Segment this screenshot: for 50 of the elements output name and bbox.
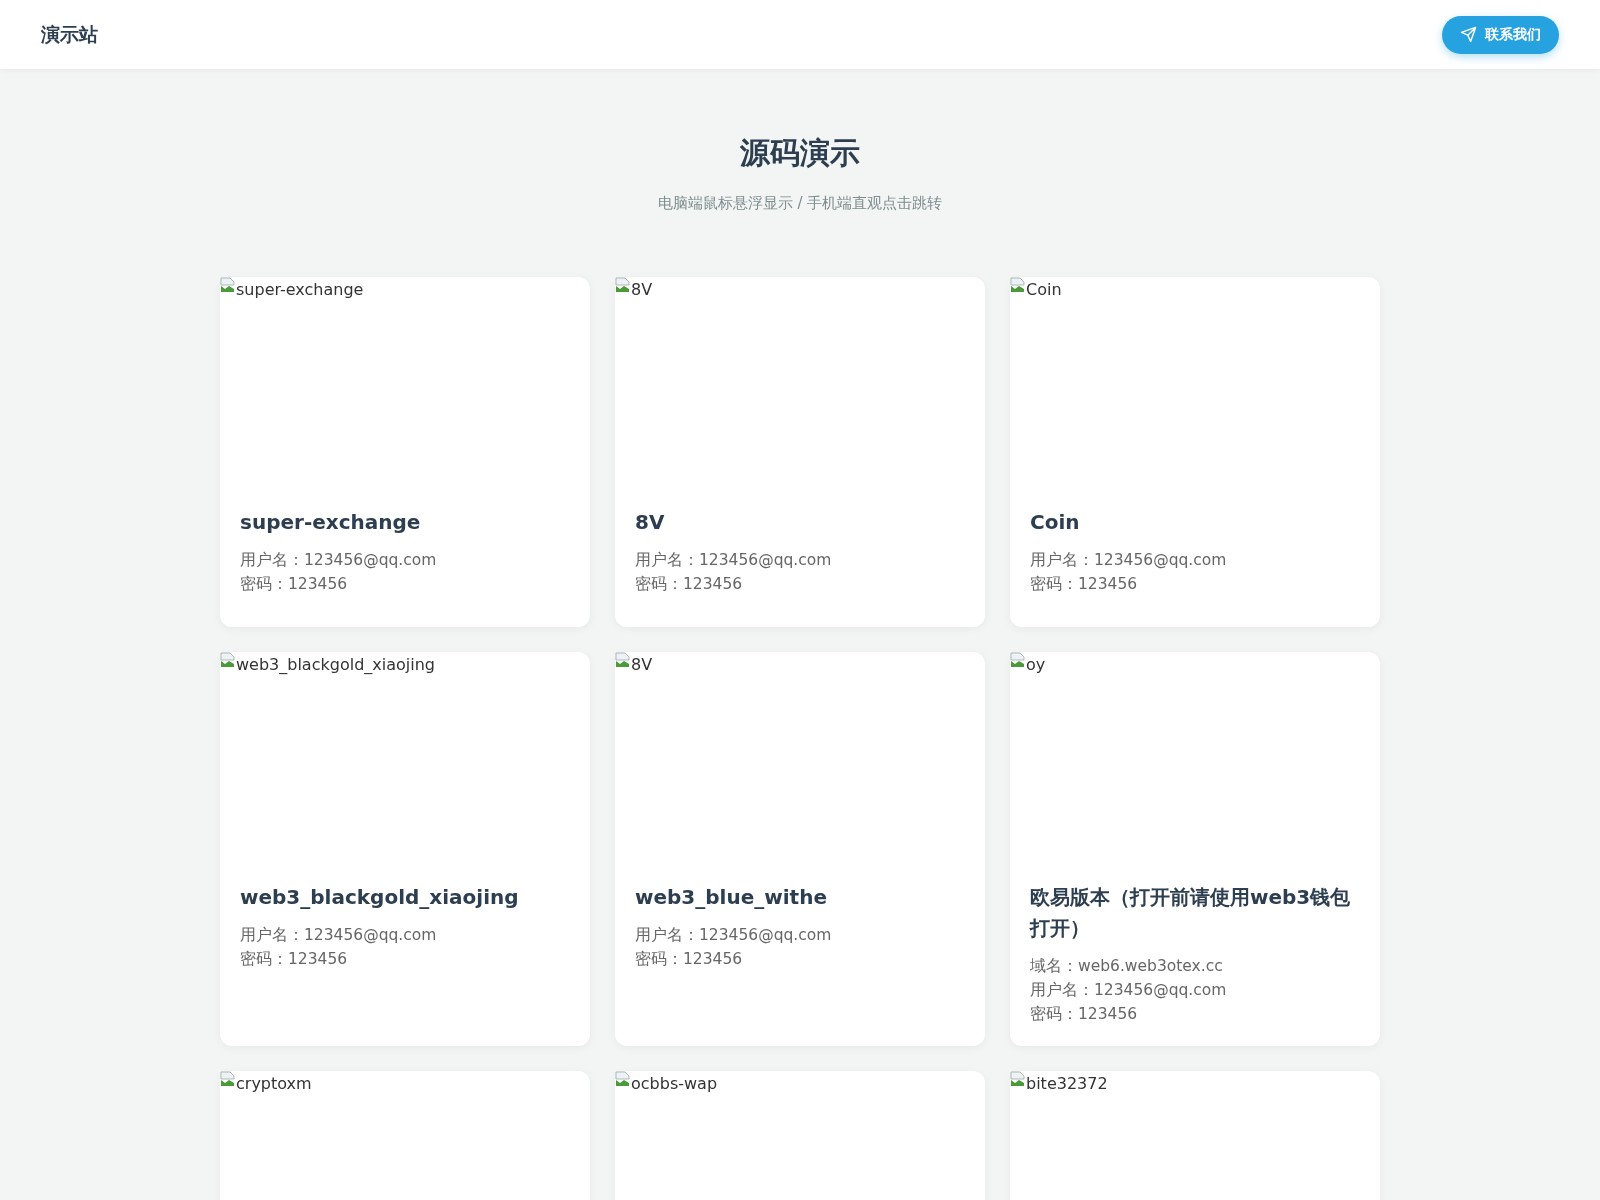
demo-card[interactable]: 8V 8V 用户名：123456@qq.com 密码：123456 [615, 277, 985, 627]
card-detail: 用户名：123456@qq.com [1030, 980, 1228, 1001]
image-alt-text: ocbbs-wap [631, 1074, 718, 1094]
broken-image-icon [615, 1071, 631, 1087]
card-detail: 用户名：123456@qq.com [635, 550, 833, 571]
card-detail: 用户名：123456@qq.com [635, 925, 833, 946]
page-subtitle: 电脑端鼠标悬浮显示 / 手机端直观点击跳转 [656, 194, 944, 213]
demo-card[interactable]: web3_blackgold_xiaojing web3_blackgold_xiaojing 用户名：123456@qq.com 密码：123456 [220, 652, 590, 1046]
card-detail: 密码：123456 [1030, 1004, 1139, 1025]
demo-card[interactable]: Coin Coin 用户名：123456@qq.com 密码：123456 [1010, 277, 1380, 627]
card-detail: 用户名：123456@qq.com [240, 925, 438, 946]
image-alt-text: Coin [1026, 280, 1062, 300]
card-detail: 密码：123456 [635, 574, 744, 595]
site-name[interactable]: 演示站 [41, 21, 98, 48]
card-detail: 用户名：123456@qq.com [240, 550, 438, 571]
image-alt-text: 8V [631, 655, 653, 675]
card-title: 8V [635, 509, 666, 536]
card-title: Coin [1030, 509, 1081, 536]
card-title: web3_blackgold_xiaojing [240, 884, 520, 911]
broken-image-icon [1010, 277, 1026, 293]
card-detail: 密码：123456 [240, 949, 349, 970]
demo-card[interactable]: cryptoxm [220, 1071, 590, 1200]
broken-image-icon [1010, 652, 1026, 668]
broken-image-icon [220, 277, 236, 293]
send-icon [1460, 26, 1477, 43]
image-alt-text: web3_blackgold_xiaojing [236, 655, 435, 675]
image-alt-text: super-exchange [236, 280, 364, 300]
broken-image-icon [220, 1071, 236, 1087]
demo-card[interactable]: 8V web3_blue_withe 用户名：123456@qq.com 密码：123456 [615, 652, 985, 1046]
card-title: super-exchange [240, 509, 422, 536]
card-detail: 域名：web6.web3otex.cc [1030, 956, 1224, 977]
card-detail: 密码：123456 [1030, 574, 1139, 595]
demo-card[interactable]: super-exchange super-exchange 用户名：123456@qq.com 密码：123456 [220, 277, 590, 627]
broken-image-icon [615, 277, 631, 293]
card-detail: 密码：123456 [240, 574, 349, 595]
image-alt-text: oy [1026, 655, 1046, 675]
card-detail: 用户名：123456@qq.com [1030, 550, 1228, 571]
card-detail: 密码：123456 [635, 949, 744, 970]
demo-card[interactable]: bite32372 [1010, 1071, 1380, 1200]
demo-card[interactable]: oy 欧易版本（打开前请使用web3钱包打开） 域名：web6.web3otex.cc 用户名：123456@qq.com 密码：123456 [1010, 652, 1380, 1046]
card-title: web3_blue_withe [635, 884, 828, 911]
broken-image-icon [1010, 1071, 1026, 1087]
demo-card[interactable]: ocbbs-wap [615, 1071, 985, 1200]
image-alt-text: 8V [631, 280, 653, 300]
page-title: 源码演示 [739, 134, 861, 172]
card-title: 欧易版本（打开前请使用web3钱包打开） [1030, 884, 1352, 942]
broken-image-icon [220, 652, 236, 668]
image-alt-text: cryptoxm [236, 1074, 312, 1094]
broken-image-icon [615, 652, 631, 668]
image-alt-text: bite32372 [1026, 1074, 1108, 1094]
